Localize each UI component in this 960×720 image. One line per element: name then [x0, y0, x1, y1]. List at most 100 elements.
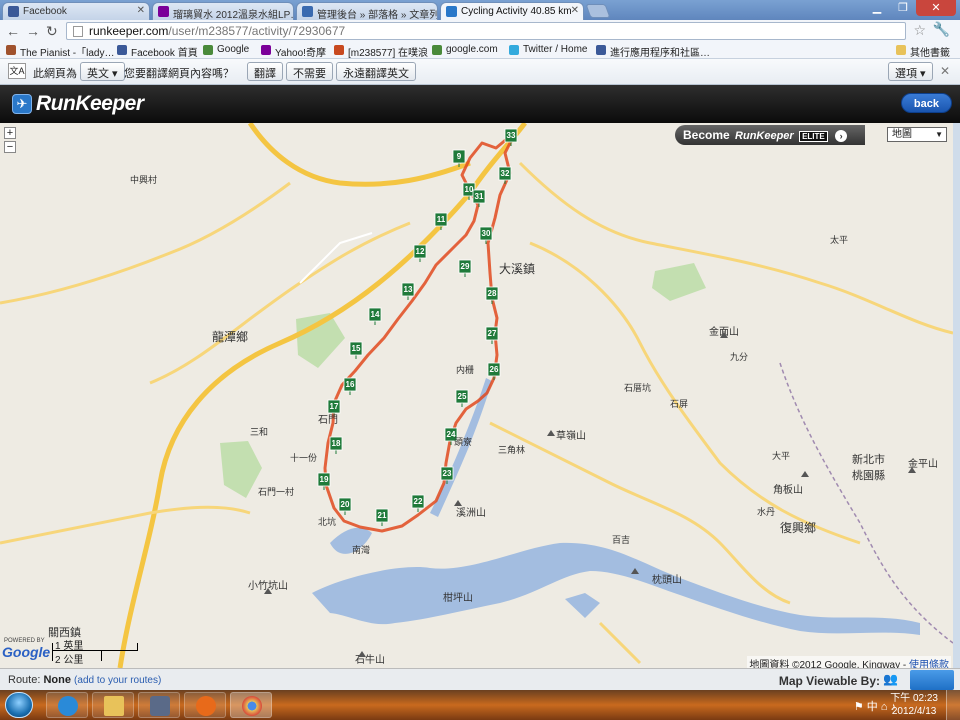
- bookmark-item[interactable]: google.com: [432, 44, 498, 55]
- taskbar-explorer[interactable]: [92, 692, 134, 718]
- km-marker[interactable]: 18: [329, 436, 343, 454]
- km-marker[interactable]: 30: [479, 226, 493, 244]
- taskbar-clock[interactable]: 下午 02:23 2012/4/13: [890, 692, 938, 718]
- address-bar[interactable]: runkeeper.com/user/m238577/activity/7293…: [66, 22, 906, 40]
- bookmark-item[interactable]: Yahoo!奇摩: [261, 44, 326, 59]
- km-marker[interactable]: 15: [349, 341, 363, 359]
- km-marker[interactable]: 28: [485, 286, 499, 304]
- new-tab-button[interactable]: [585, 4, 611, 18]
- logo-text: RunKeeper: [36, 92, 144, 115]
- runkeeper-logo[interactable]: ✈ RunKeeper: [12, 92, 144, 116]
- reservoir: [312, 542, 920, 635]
- language-select[interactable]: 英文 ▾: [80, 62, 125, 81]
- km-marker[interactable]: 26: [487, 362, 501, 380]
- km-marker[interactable]: 22: [411, 494, 425, 512]
- become-elite-banner[interactable]: Become RunKeeper ELITE ›: [675, 125, 865, 145]
- reload-icon[interactable]: ↻: [46, 22, 58, 40]
- km-marker[interactable]: 20: [338, 497, 352, 515]
- road: [0, 181, 291, 305]
- county-border: [779, 362, 953, 644]
- km-marker-label: 10: [465, 185, 474, 194]
- peak-icon: [358, 651, 366, 657]
- translate-button[interactable]: 翻譯: [247, 62, 283, 81]
- forward-arrow-icon[interactable]: →: [26, 22, 40, 40]
- place-label: 十一份: [290, 452, 317, 464]
- tray-language[interactable]: 中: [867, 701, 878, 713]
- browser-toolbar: ← → ↻ runkeeper.com/user/m238577/activit…: [0, 20, 960, 42]
- tab-close-icon[interactable]: ✕: [137, 5, 145, 16]
- bookmark-star-icon[interactable]: ☆: [913, 22, 926, 39]
- taskbar-app[interactable]: [184, 692, 226, 718]
- km-marker[interactable]: 32: [498, 166, 512, 184]
- translate-close-icon[interactable]: ✕: [940, 64, 950, 78]
- start-button[interactable]: [5, 692, 33, 718]
- route-label: Route:: [8, 674, 41, 686]
- tab-close-icon[interactable]: ✕: [571, 5, 579, 16]
- minimize-icon[interactable]: ▁: [864, 0, 890, 16]
- bookmark-label: [m238577] 在噗浪: [348, 48, 429, 59]
- other-bookmarks[interactable]: 其他書籤: [896, 44, 950, 59]
- km-marker[interactable]: 31: [472, 189, 486, 207]
- taskbar-chrome[interactable]: [230, 692, 272, 718]
- route-map[interactable]: 9 10 11 12 13 14 15 16 17 18 19 20 21 22 23 24 25 26 27 28 2…: [0, 123, 953, 668]
- place-label: 石門一村: [258, 486, 294, 498]
- km-marker[interactable]: 14: [368, 307, 382, 325]
- place-label: 石屏: [670, 399, 688, 410]
- chat-button[interactable]: [910, 670, 954, 690]
- always-translate-button[interactable]: 永遠翻譯英文: [336, 62, 416, 81]
- blog-icon: [302, 6, 313, 17]
- km-marker-label: 11: [437, 215, 446, 224]
- taskbar-media[interactable]: [138, 692, 180, 718]
- bookmark-item[interactable]: Google: [203, 44, 249, 55]
- google-logo[interactable]: POWERED BY Google: [2, 638, 50, 660]
- km-marker[interactable]: 16: [343, 377, 357, 395]
- bookmark-item[interactable]: The Pianist -「lady…: [6, 44, 114, 59]
- km-marker-label: 16: [346, 380, 355, 389]
- no-thanks-button[interactable]: 不需要: [286, 62, 333, 81]
- km-marker[interactable]: 12: [413, 244, 427, 262]
- tab-yahoo[interactable]: 瑠璃貿水 2012溫泉水組LP…: [152, 2, 294, 20]
- tab-runkeeper[interactable]: Cycling Activity 40.85 km ✕: [440, 2, 584, 20]
- back-arrow-icon[interactable]: ←: [6, 22, 20, 40]
- km-marker[interactable]: 21: [375, 508, 389, 526]
- options-label: 選項: [895, 68, 917, 80]
- window-close-icon[interactable]: ✕: [916, 0, 956, 16]
- zoom-in-button[interactable]: +: [4, 127, 16, 139]
- wrench-icon[interactable]: 🔧: [933, 21, 950, 38]
- terms-link[interactable]: 使用條款: [909, 660, 949, 668]
- translate-options-button[interactable]: 選項 ▾: [888, 62, 933, 81]
- network-icon[interactable]: ⌂: [881, 701, 888, 713]
- map-canvas[interactable]: 9101112131415161718192021222324252627282…: [0, 123, 953, 668]
- tab-facebook[interactable]: Facebook ✕: [2, 2, 150, 20]
- maximize-icon[interactable]: ❐: [890, 0, 916, 16]
- add-route-link[interactable]: (add to your routes): [74, 675, 161, 686]
- film-icon: [6, 45, 16, 55]
- people-icon[interactable]: 👥: [883, 672, 898, 686]
- road: [518, 161, 953, 335]
- map-type-select[interactable]: 地圖 ▼: [887, 127, 947, 142]
- flag-icon[interactable]: ⚑: [854, 701, 864, 713]
- km-marker-label: 23: [443, 469, 452, 478]
- bookmark-item[interactable]: 進行應用程序和社區…: [596, 44, 710, 59]
- tab-label: Facebook: [23, 6, 67, 17]
- tab-blog[interactable]: 管理後台 » 部落格 » 文章列…: [296, 2, 438, 20]
- runner-icon: ✈: [12, 94, 32, 114]
- bookmark-item[interactable]: Facebook 首頁: [117, 44, 198, 59]
- zoom-out-button[interactable]: −: [4, 141, 16, 153]
- translate-question: 您要翻譯網頁內容嗎？: [124, 68, 234, 80]
- bookmark-item[interactable]: [m238577] 在噗浪: [334, 44, 428, 59]
- km-marker[interactable]: 13: [401, 282, 415, 300]
- km-marker-label: 13: [404, 285, 413, 294]
- place-label: 石厝坑: [624, 382, 651, 394]
- park-area: [652, 263, 706, 301]
- show-desktop-button[interactable]: [946, 690, 960, 720]
- km-marker[interactable]: 29: [458, 259, 472, 277]
- km-marker[interactable]: 25: [455, 389, 469, 407]
- zoom-control: + −: [4, 127, 16, 155]
- back-button[interactable]: back: [900, 93, 952, 113]
- taskbar-ie[interactable]: [46, 692, 88, 718]
- tab-label: 管理後台 » 部落格 » 文章列…: [317, 10, 438, 20]
- bookmark-item[interactable]: Twitter / Home: [509, 44, 587, 55]
- km-marker-label: 32: [501, 169, 510, 178]
- peak-icon: [454, 500, 462, 506]
